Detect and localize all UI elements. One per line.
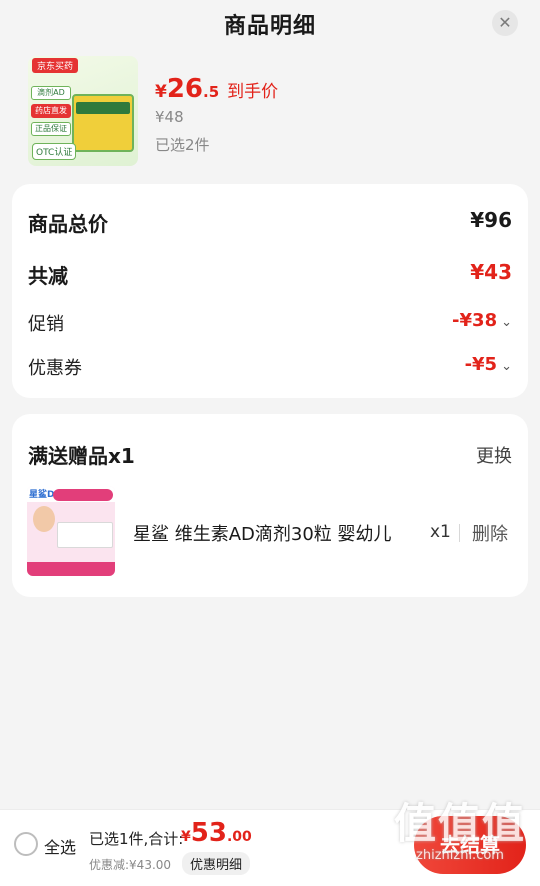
gift-box-image [57, 522, 113, 548]
gift-thumbnail[interactable]: 星鲨D [27, 486, 115, 576]
final-price: ¥26.5 到手价 [155, 74, 278, 104]
total-decimal: .00 [226, 829, 252, 845]
swap-gift-button[interactable]: 更换 [476, 442, 512, 468]
gift-heading: 满送赠品x1 [28, 444, 135, 468]
selected-info: 已选1件,合计: [89, 830, 184, 848]
reduce-value: ¥43 [470, 260, 512, 284]
thumb-tag: 京东买药 [32, 58, 79, 73]
baby-image [33, 506, 55, 532]
coupon-value[interactable]: -¥5 ⌄ [465, 354, 512, 375]
total-integer: 53 [190, 818, 227, 848]
original-price: ¥48 [155, 108, 184, 126]
price-summary-card: 商品总价 ¥96 共减 ¥43 促销 -¥38 ⌄ 优惠券 -¥5 ⌄ [12, 184, 528, 398]
promo-amount: -¥38 [452, 310, 498, 331]
thumb-chip: 滴剂AD [31, 86, 71, 100]
selected-count: 已选2件 [155, 136, 210, 154]
discount-detail-button[interactable]: 优惠明细 [182, 852, 251, 875]
chevron-down-icon: ⌄ [501, 315, 512, 330]
promo-label: 促销 [28, 314, 64, 335]
product-summary: 京东买药 滴剂AD 药店直发 正品保证 OTC认证 ¥26.5 到手价 ¥48 已… [28, 56, 518, 168]
promo-value[interactable]: -¥38 ⌄ [452, 310, 512, 331]
coupon-label: 优惠券 [28, 358, 82, 379]
select-all-radio[interactable] [14, 832, 38, 856]
page-title: 商品明细 [223, 14, 316, 39]
total-label: 商品总价 [28, 212, 108, 236]
price-symbol: ¥ [155, 82, 167, 102]
coupon-amount: -¥5 [464, 354, 498, 375]
header: 商品明细 ✕ [0, 0, 540, 50]
close-button[interactable]: ✕ [492, 10, 518, 36]
gift-title[interactable]: 星鲨 维生素AD滴剂30粒 婴幼儿 [133, 520, 408, 546]
price-label: 到手价 [227, 82, 279, 102]
delete-gift-button[interactable]: 删除 [472, 520, 508, 546]
gift-brand: 星鲨D [29, 490, 55, 500]
checkout-bar: 全选 已选1件,合计: ¥53.00 优惠减:¥43.00 优惠明细 去结算 值… [0, 799, 540, 886]
discount-amount: 优惠减:¥43.00 [89, 858, 172, 872]
chevron-down-icon: ⌄ [501, 359, 512, 374]
price-integer: 26 [166, 74, 204, 104]
gift-quantity: x1 [430, 522, 451, 542]
price-decimal: .5 [203, 83, 220, 101]
gift-card: 满送赠品x1 更换 星鲨D 星鲨 维生素AD滴剂30粒 婴幼儿 x1 删除 [12, 414, 528, 597]
thumb-chip: 药店直发 [31, 104, 71, 118]
total-price: ¥53.00 [181, 818, 252, 848]
product-box-image [72, 94, 134, 152]
divider [459, 524, 460, 542]
close-icon: ✕ [498, 13, 512, 32]
otc-badge: OTC认证 [32, 143, 77, 160]
reduce-label: 共减 [28, 264, 68, 288]
thumb-chip: 正品保证 [31, 122, 71, 136]
select-all-label[interactable]: 全选 [44, 834, 76, 858]
thumb-chips: 滴剂AD 药店直发 正品保证 [31, 86, 71, 140]
total-value: ¥96 [470, 208, 512, 232]
product-thumbnail[interactable]: 京东买药 滴剂AD 药店直发 正品保证 OTC认证 [28, 56, 138, 166]
checkout-button[interactable]: 去结算 [414, 816, 526, 874]
total-symbol: ¥ [181, 829, 191, 845]
